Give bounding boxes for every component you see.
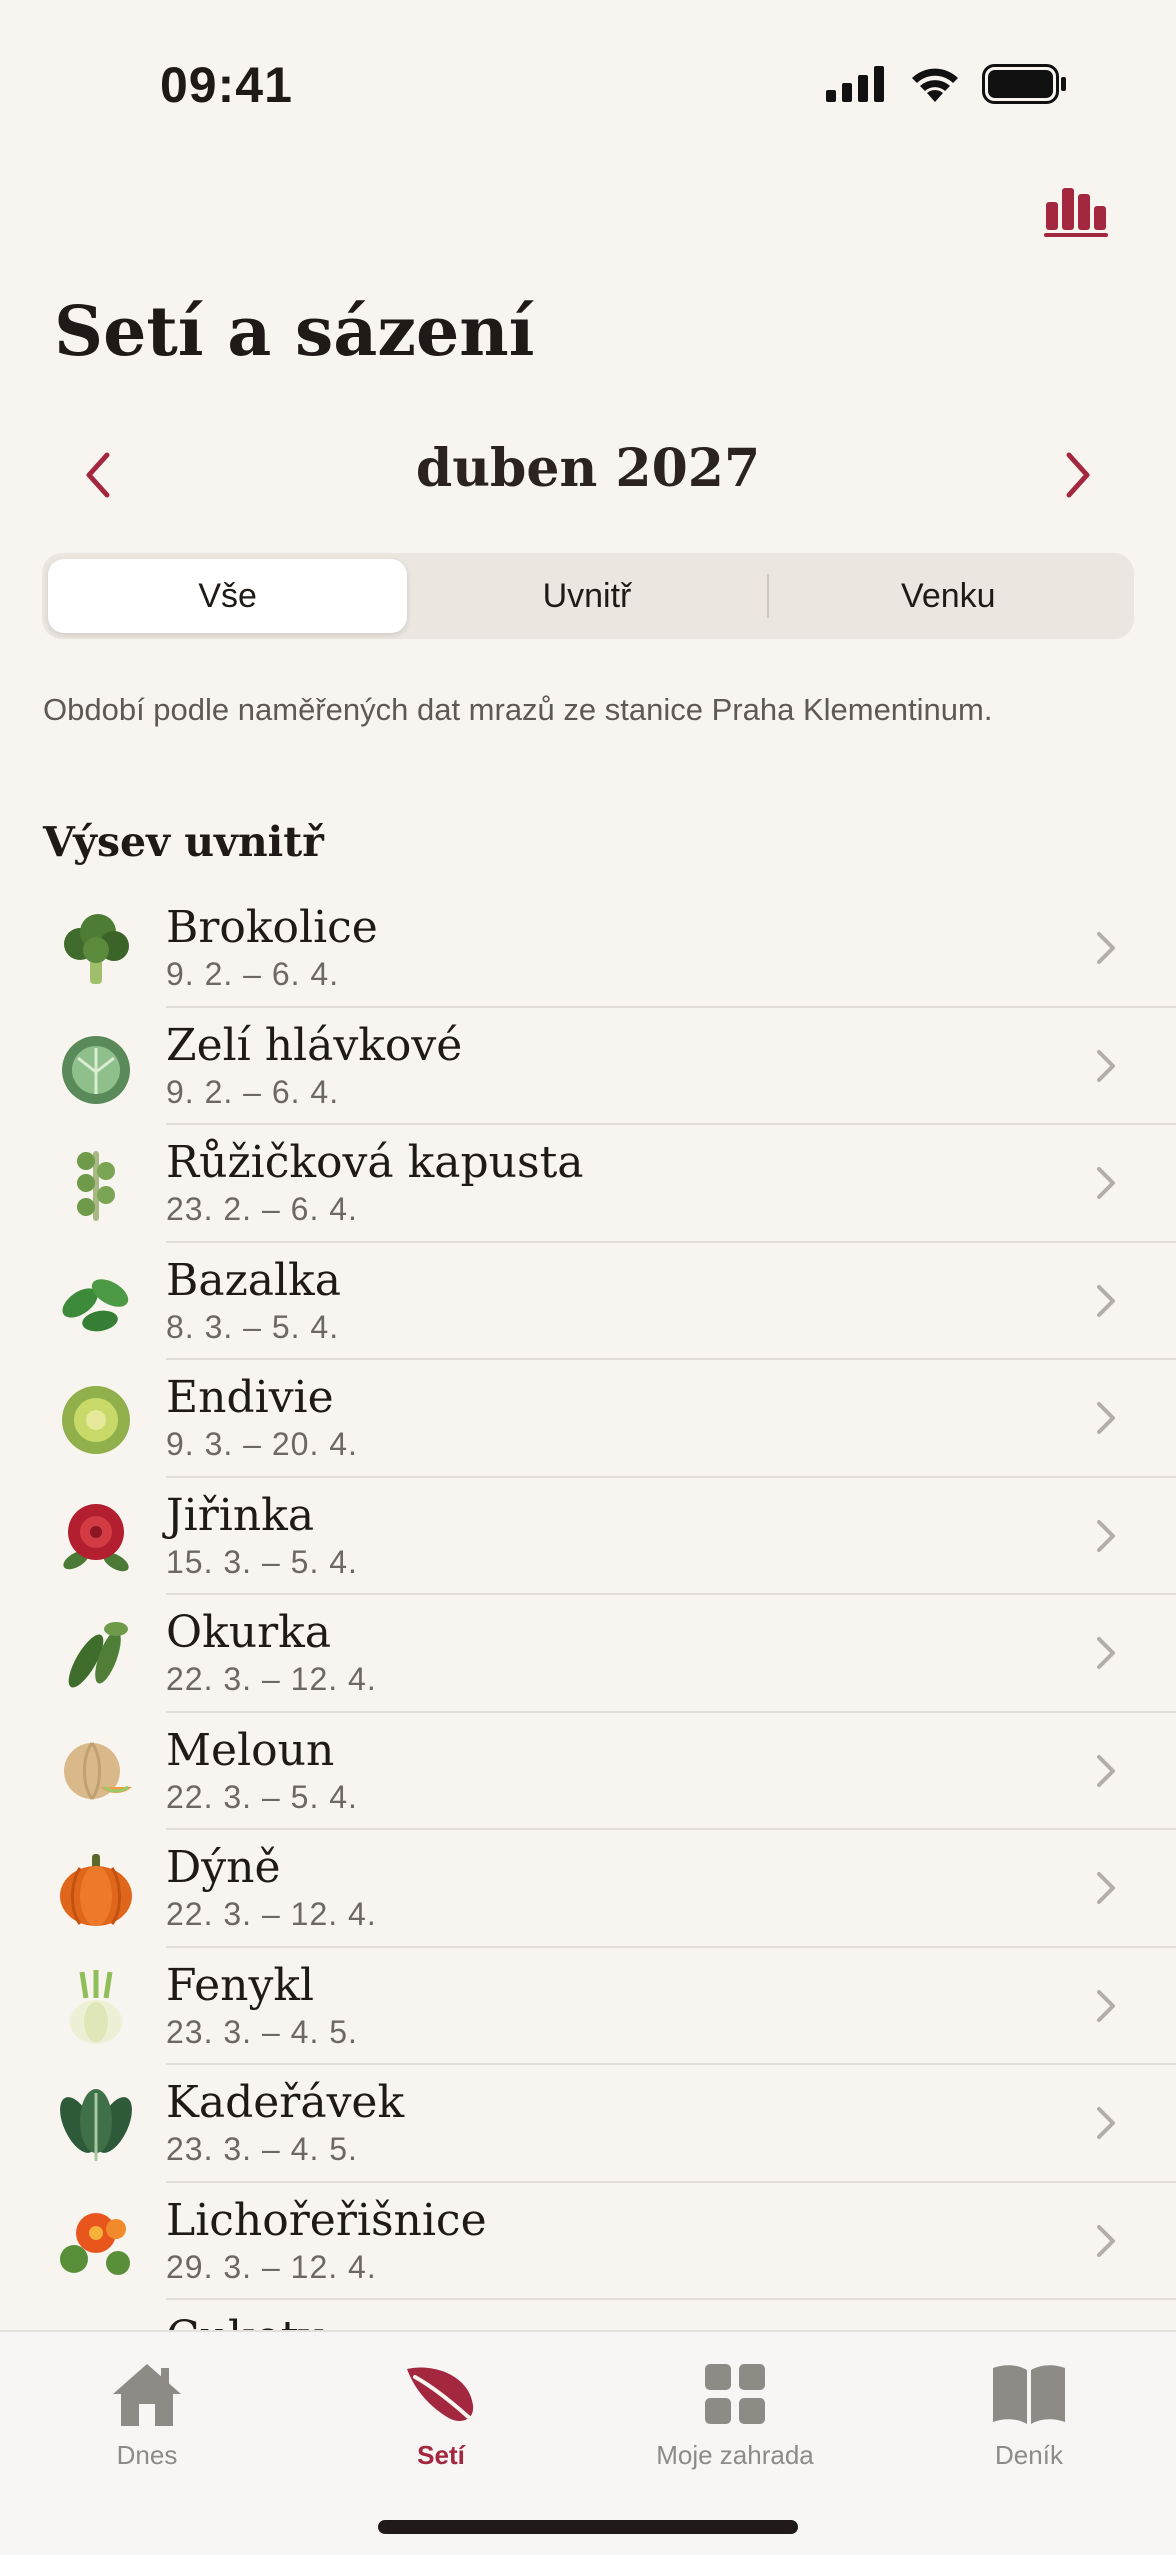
tab-journal[interactable]: Deník [882, 2354, 1176, 2494]
battery-icon [982, 64, 1066, 104]
plant-dates: 9. 2. – 6. 4. [166, 1073, 340, 1110]
list-item[interactable]: Jiřinka 15. 3. – 5. 4. [0, 1478, 1176, 1595]
segment-all[interactable]: Vše [48, 559, 408, 633]
plant-dates: 23. 3. – 4. 5. [166, 2131, 358, 2167]
home-icon [107, 2354, 187, 2434]
chevron-right-icon [1088, 2219, 1124, 2263]
status-icons [826, 64, 1068, 104]
month-label: duben 2027 [415, 438, 761, 499]
plant-name: Meloun [166, 1724, 335, 1776]
plant-name: Okurka [166, 1607, 331, 1658]
tab-label: Moje zahrada [656, 2440, 814, 2470]
endive-icon [62, 1386, 130, 1454]
month-navigator: duben 2027 [0, 430, 1176, 516]
chevron-right-icon [1088, 2101, 1124, 2145]
plant-dates: 9. 3. – 20. 4. [166, 1426, 358, 1462]
plant-name: Bazalka [166, 1254, 341, 1306]
chevron-right-icon [1088, 926, 1124, 970]
chevron-right-icon [1088, 1044, 1124, 1088]
list-item[interactable]: Růžičková kapusta 23. 2. – 6. 4. [0, 1125, 1176, 1243]
next-month-button[interactable] [1038, 440, 1118, 510]
chevron-right-icon [1088, 1514, 1124, 1558]
plant-dates: 22. 3. – 12. 4. [166, 1661, 377, 1697]
plant-dates: 22. 3. – 12. 4. [166, 1896, 377, 1932]
list-item[interactable]: Okurka 22. 3. – 12. 4. [0, 1595, 1176, 1713]
list-item[interactable]: Meloun 22. 3. – 5. 4. [0, 1713, 1176, 1830]
brussels-sprouts-icon [77, 1151, 115, 1221]
basil-icon [62, 1278, 129, 1331]
plant-dates: 23. 3. – 4. 5. [166, 2013, 358, 2050]
chevron-right-icon [1088, 1631, 1124, 1675]
plant-name: Růžičková kapusta [166, 1137, 584, 1188]
plant-list: Brokolice 9. 2. – 6. 4. Zelí hlávkové 9.… [0, 890, 1176, 2330]
tab-label: Deník [995, 2440, 1063, 2470]
plant-dates: 22. 3. – 5. 4. [166, 1778, 358, 1815]
grid-icon [695, 2354, 775, 2434]
bar-chart-icon [1044, 188, 1108, 237]
dahlia-icon [63, 1503, 129, 1571]
plant-name: Fenykl [166, 1959, 315, 2011]
home-indicator [378, 2520, 798, 2534]
tab-sowing[interactable]: Setí [294, 2354, 588, 2494]
kale-icon [60, 2089, 132, 2161]
leaf-icon [401, 2354, 481, 2434]
status-bar: 09:41 [0, 0, 1176, 150]
chevron-right-icon [1088, 1984, 1124, 2028]
plant-name: Zelí hlávkové [166, 1019, 463, 1071]
list-item[interactable]: Kadeřávek 23. 3. – 4. 5. [0, 2065, 1176, 2183]
plant-name: Brokolice [166, 902, 378, 953]
plant-name: Endivie [166, 1372, 334, 1423]
list-item[interactable]: Bazalka 8. 3. – 5. 4. [0, 1243, 1176, 1360]
plant-name: Kadeřávek [166, 2077, 405, 2128]
tab-my-garden[interactable]: Moje zahrada [588, 2354, 882, 2494]
plant-name: Lichořeřišnice [166, 2194, 487, 2246]
frost-data-note: Období podle naměřených dat mrazů ze sta… [43, 692, 993, 727]
list-item[interactable]: Cukety [0, 2300, 1176, 2330]
tab-label: Setí [417, 2440, 465, 2470]
wifi-icon [912, 68, 958, 102]
list-item[interactable]: Lichořeřišnice 29. 3. – 12. 4. [0, 2183, 1176, 2300]
chevron-right-icon [1088, 1279, 1124, 1323]
zucchini-icon [56, 2320, 136, 2330]
plant-dates: 8. 3. – 5. 4. [166, 1308, 340, 1345]
statistics-button[interactable] [1038, 178, 1114, 242]
page-title: Setí a sázení [54, 292, 535, 372]
cellular-signal-icon [826, 66, 884, 102]
chevron-right-icon [1066, 452, 1090, 498]
location-filter-segmented-control: Vše Uvnitř Venku [42, 553, 1134, 639]
chevron-right-icon [1088, 1749, 1124, 1793]
pumpkin-icon [60, 1854, 132, 1926]
plant-dates: 9. 2. – 6. 4. [166, 956, 340, 992]
segment-inside[interactable]: Uvnitř [407, 559, 766, 633]
cucumber-icon [68, 1622, 128, 1688]
list-item[interactable]: Fenykl 23. 3. – 4. 5. [0, 1948, 1176, 2065]
plant-name: Dýně [166, 1842, 281, 1893]
fennel-icon [70, 1969, 122, 2044]
chevron-right-icon [1088, 1161, 1124, 1205]
chevron-right-icon [1088, 1866, 1124, 1910]
tab-label: Dnes [116, 2440, 178, 2470]
broccoli-icon [64, 914, 129, 984]
section-title: Výsev uvnitř [43, 818, 324, 866]
tab-today[interactable]: Dnes [0, 2354, 294, 2494]
chevron-right-icon [1088, 1396, 1124, 1440]
segment-outside[interactable]: Venku [769, 559, 1128, 633]
status-time: 09:41 [160, 57, 293, 113]
plant-name: Cukety [166, 2312, 323, 2330]
list-item[interactable]: Endivie 9. 3. – 20. 4. [0, 1360, 1176, 1478]
plant-dates: 15. 3. – 5. 4. [166, 1543, 358, 1580]
plant-dates: 23. 2. – 6. 4. [166, 1191, 358, 1227]
plant-dates: 29. 3. – 12. 4. [166, 2248, 377, 2285]
list-item[interactable]: Zelí hlávkové 9. 2. – 6. 4. [0, 1008, 1176, 1125]
plant-name: Jiřinka [166, 1489, 315, 1541]
book-icon [989, 2354, 1069, 2434]
cabbage-icon [62, 1035, 130, 1104]
list-item[interactable]: Dýně 22. 3. – 12. 4. [0, 1830, 1176, 1948]
melon-icon [64, 1741, 132, 1800]
nasturtium-icon [60, 2212, 130, 2275]
list-item[interactable]: Brokolice 9. 2. – 6. 4. [0, 890, 1176, 1008]
